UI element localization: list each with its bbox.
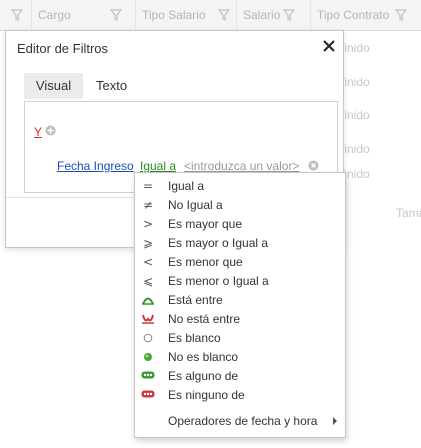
filter-icon[interactable] xyxy=(218,9,230,21)
menu-item-less-or-equal[interactable]: ⩽ Es menor o Igual a xyxy=(135,272,345,291)
grid-header-label: Salario xyxy=(243,8,281,22)
grid-header-label: Cargo xyxy=(38,8,71,22)
menu-item-between[interactable]: Está entre xyxy=(135,291,345,310)
not-equal-icon: ≠ xyxy=(142,198,154,212)
not-between-icon xyxy=(141,312,155,327)
menu-item-label: Es ninguno de xyxy=(168,388,245,402)
operator-menu: = Igual a ≠ No Igual a > Es mayor que ⩾ … xyxy=(134,172,346,438)
add-condition-icon[interactable] xyxy=(45,125,56,136)
grid-cell: finido xyxy=(341,142,370,156)
grid-header-label: Tipo Salario xyxy=(142,8,206,22)
menu-item-any-of[interactable]: Es alguno de xyxy=(135,367,345,386)
menu-item-not-between[interactable]: No está entre xyxy=(135,310,345,329)
menu-item-blank[interactable]: Es blanco xyxy=(135,329,345,348)
menu-item-label: Operadores de fecha y hora xyxy=(168,414,318,428)
grid-header-tipo-salario[interactable]: Tipo Salario xyxy=(136,0,237,31)
menu-item-label: Es blanco xyxy=(168,331,221,345)
menu-item-label: Está entre xyxy=(168,293,223,307)
grid-header-cargo[interactable]: Cargo xyxy=(32,0,136,31)
filter-icon[interactable] xyxy=(110,9,122,21)
greater-than-icon: > xyxy=(142,217,154,231)
tab-texto[interactable]: Texto xyxy=(96,73,136,99)
menu-item-label: No Igual a xyxy=(168,198,223,212)
grid-header: Cargo Tipo Salario Salario Tipo Contrato xyxy=(0,0,421,31)
close-icon[interactable] xyxy=(321,38,337,54)
menu-item-label: Igual a xyxy=(168,179,205,193)
filter-icon[interactable] xyxy=(395,9,407,21)
filter-icon[interactable] xyxy=(283,9,295,21)
between-icon xyxy=(141,293,155,308)
remove-condition-icon[interactable] xyxy=(308,160,319,171)
dialog-title: Editor de Filtros xyxy=(17,41,109,56)
greater-or-equal-icon: ⩾ xyxy=(142,236,154,250)
less-or-equal-icon: ⩽ xyxy=(142,274,154,288)
menu-item-greater-or-equal[interactable]: ⩾ Es mayor o Igual a xyxy=(135,234,345,253)
menu-item-none-of[interactable]: Es ninguno de xyxy=(135,386,345,405)
none-of-icon xyxy=(141,388,155,403)
tab-visual[interactable]: Visual xyxy=(24,73,83,99)
not-blank-icon xyxy=(141,350,155,365)
condition-field-link[interactable]: Fecha Ingreso xyxy=(57,159,134,173)
menu-item-label: No es blanco xyxy=(168,350,239,364)
menu-item-label: Es mayor o Igual a xyxy=(168,236,269,250)
menu-item-label: Es mayor que xyxy=(168,217,243,231)
group-operator-link[interactable]: Y xyxy=(34,125,42,139)
equals-icon: = xyxy=(142,179,154,193)
grid-side-text: Tama xyxy=(396,206,421,220)
menu-item-not-blank[interactable]: No es blanco xyxy=(135,348,345,367)
condition-operator-link[interactable]: Igual a xyxy=(140,159,176,173)
grid-header-label: Tipo Contrato xyxy=(317,8,390,22)
menu-item-label: Es menor que xyxy=(168,255,243,269)
grid-header-salario[interactable]: Salario xyxy=(237,0,311,31)
filter-icon[interactable] xyxy=(11,9,23,21)
less-than-icon: < xyxy=(142,255,154,269)
grid-header-tipo-contrato[interactable]: Tipo Contrato xyxy=(311,0,421,31)
menu-item-label: Es menor o Igual a xyxy=(168,274,269,288)
any-of-icon xyxy=(141,369,155,384)
menu-item-label: Es alguno de xyxy=(168,369,239,383)
menu-item-date-operators[interactable]: Operadores de fecha y hora xyxy=(135,412,345,431)
grid-cell: finido xyxy=(341,108,370,122)
grid-cell: finido xyxy=(341,75,370,89)
menu-item-less-than[interactable]: < Es menor que xyxy=(135,253,345,272)
condition-value-link[interactable]: <introduzca un valor> xyxy=(184,159,299,173)
menu-item-equals[interactable]: = Igual a xyxy=(135,177,345,196)
menu-item-not-equal[interactable]: ≠ No Igual a xyxy=(135,196,345,215)
blank-icon xyxy=(141,331,155,346)
chevron-right-icon xyxy=(333,417,337,425)
grid-cell: finido xyxy=(341,41,370,55)
grid-header-cell[interactable] xyxy=(0,0,32,31)
menu-item-greater-than[interactable]: > Es mayor que xyxy=(135,215,345,234)
menu-item-label: No está entre xyxy=(168,312,241,326)
